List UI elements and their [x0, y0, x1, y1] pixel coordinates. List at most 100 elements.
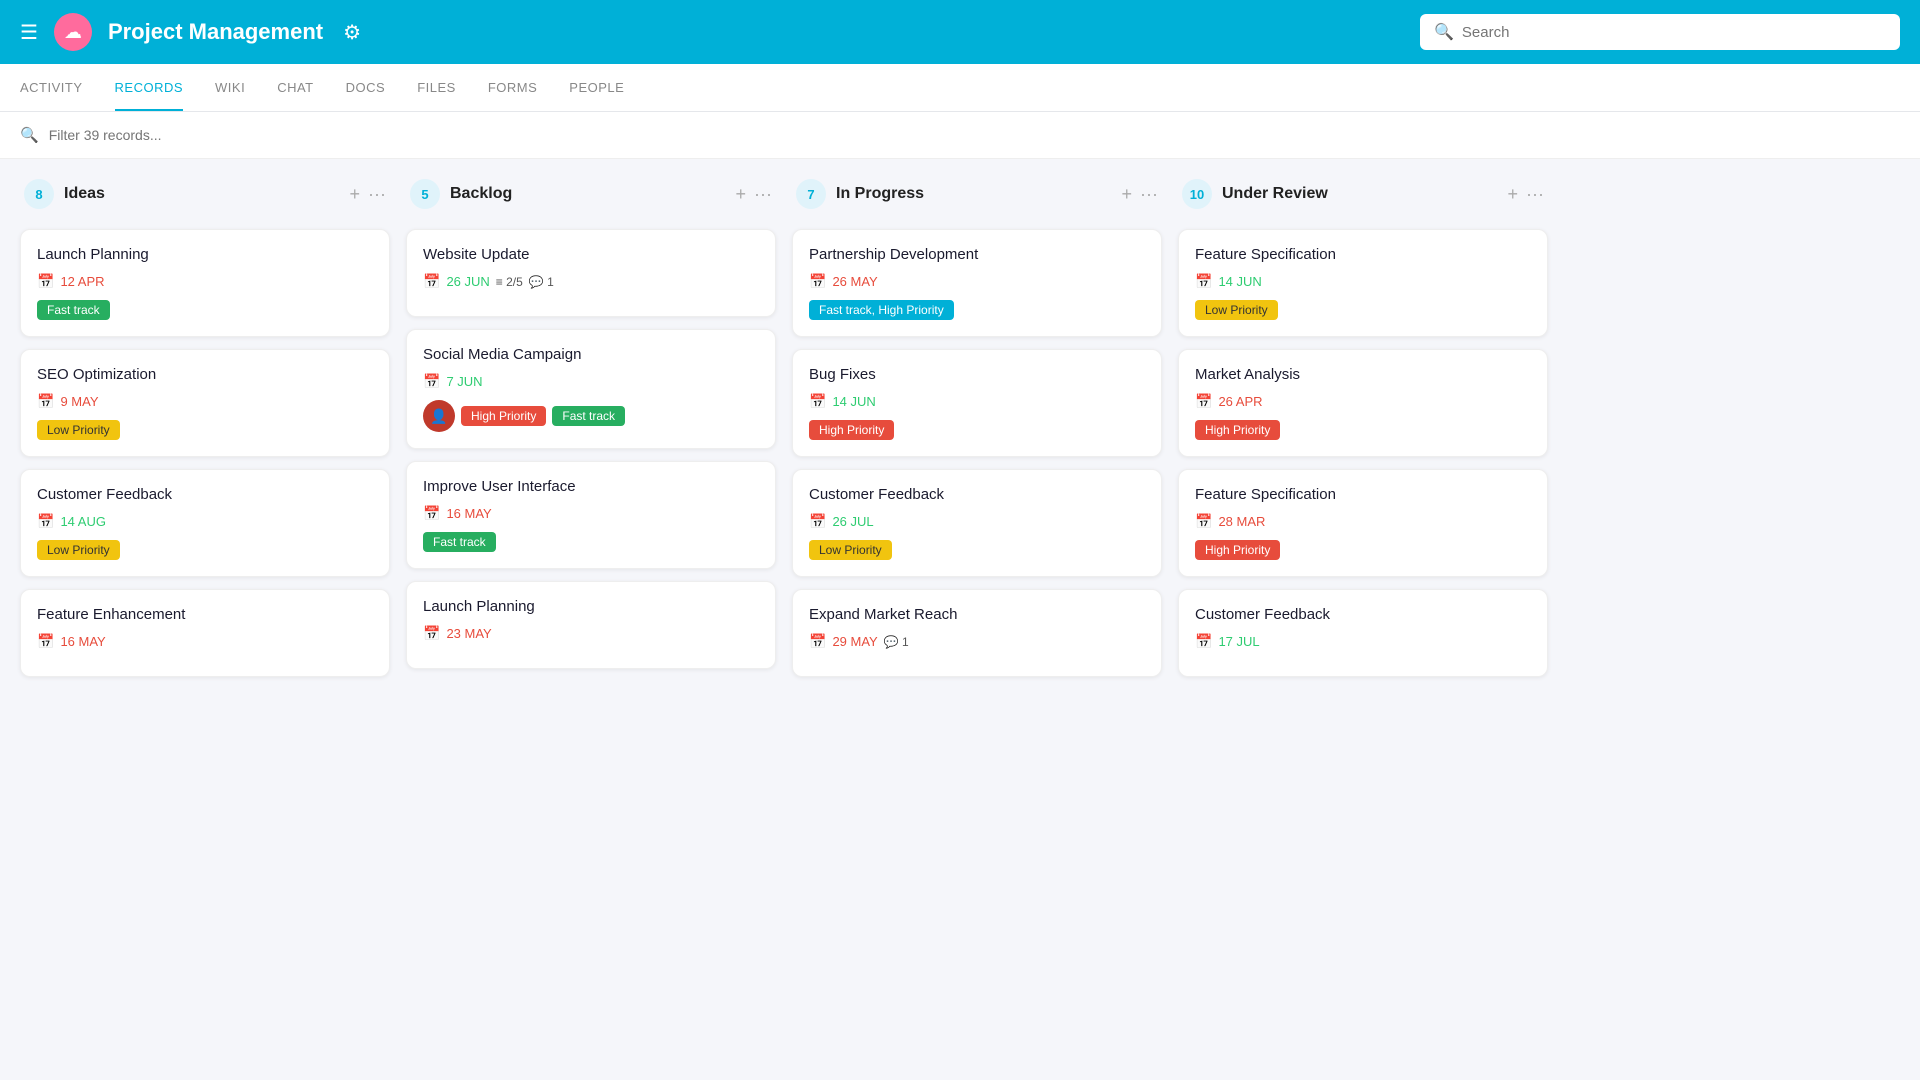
column-count-backlog: 5	[410, 179, 440, 209]
tab-docs[interactable]: DOCS	[346, 64, 386, 111]
card-date: 📅 14 JUN	[1195, 273, 1531, 290]
calendar-icon: 📅	[423, 625, 440, 642]
tab-forms[interactable]: FORMS	[488, 64, 537, 111]
column-count-in-progress: 7	[796, 179, 826, 209]
table-row[interactable]: Expand Market Reach 📅 29 MAY 💬 1	[792, 589, 1162, 677]
menu-icon[interactable]: ☰	[20, 20, 38, 45]
date-value: 14 JUN	[832, 394, 875, 409]
checklist-count: ≡ 2/5	[496, 275, 523, 289]
table-row[interactable]: Launch Planning 📅 23 MAY	[406, 581, 776, 669]
card-meta: Low Priority	[809, 540, 1145, 560]
calendar-icon: 📅	[1195, 393, 1212, 410]
date-value: 23 MAY	[446, 626, 491, 641]
column-title-backlog: Backlog	[450, 185, 726, 203]
card-date: 📅 23 MAY	[423, 625, 759, 642]
date-value: 26 JUN	[446, 274, 489, 289]
card-date: 📅 16 MAY	[37, 633, 373, 650]
add-card-icon[interactable]: +	[1508, 184, 1519, 205]
table-row[interactable]: Customer Feedback 📅 14 AUG Low Priority	[20, 469, 390, 577]
column-title-ideas: Ideas	[64, 185, 340, 203]
more-options-icon[interactable]: ···	[1140, 184, 1158, 205]
add-card-icon[interactable]: +	[736, 184, 747, 205]
card-meta: Low Priority	[37, 540, 373, 560]
table-row[interactable]: SEO Optimization 📅 9 MAY Low Priority	[20, 349, 390, 457]
card-meta: 👤 High PriorityFast track	[423, 400, 759, 432]
column-actions-under-review[interactable]: + ···	[1508, 184, 1545, 205]
card-title: Launch Planning	[423, 598, 759, 615]
table-row[interactable]: Social Media Campaign 📅 7 JUN 👤 High Pri…	[406, 329, 776, 449]
tab-people[interactable]: PEOPLE	[569, 64, 624, 111]
card-title: Feature Specification	[1195, 486, 1531, 503]
table-row[interactable]: Feature Specification 📅 14 JUN Low Prior…	[1178, 229, 1548, 337]
card-date: 📅 12 APR	[37, 273, 373, 290]
column-actions-in-progress[interactable]: + ···	[1122, 184, 1159, 205]
card-date: 📅 28 MAR	[1195, 513, 1531, 530]
table-row[interactable]: Market Analysis 📅 26 APR High Priority	[1178, 349, 1548, 457]
calendar-icon: 📅	[809, 633, 826, 650]
table-row[interactable]: Website Update 📅 26 JUN ≡ 2/5💬 1	[406, 229, 776, 317]
table-row[interactable]: Launch Planning 📅 12 APR Fast track	[20, 229, 390, 337]
card-meta: High Priority	[1195, 420, 1531, 440]
date-value: 16 MAY	[446, 506, 491, 521]
card-title: Launch Planning	[37, 246, 373, 263]
column-header-backlog: 5 Backlog + ···	[406, 179, 776, 217]
badge-high-priority: High Priority	[809, 420, 894, 440]
date-value: 17 JUL	[1218, 634, 1259, 649]
badge-high-priority: High Priority	[461, 406, 546, 426]
tab-activity[interactable]: ACTIVITY	[20, 64, 83, 111]
calendar-icon: 📅	[37, 513, 54, 530]
card-date: 📅 14 JUN	[809, 393, 1145, 410]
filter-input[interactable]	[49, 127, 230, 143]
table-row[interactable]: Feature Specification 📅 28 MAR High Prio…	[1178, 469, 1548, 577]
add-card-icon[interactable]: +	[1122, 184, 1133, 205]
column-title-in-progress: In Progress	[836, 185, 1112, 203]
calendar-icon: 📅	[809, 393, 826, 410]
table-row[interactable]: Customer Feedback 📅 26 JUL Low Priority	[792, 469, 1162, 577]
calendar-icon: 📅	[809, 273, 826, 290]
tab-chat[interactable]: CHAT	[277, 64, 313, 111]
table-row[interactable]: Improve User Interface 📅 16 MAY Fast tra…	[406, 461, 776, 569]
card-date: 📅 14 AUG	[37, 513, 373, 530]
card-title: Social Media Campaign	[423, 346, 759, 363]
calendar-icon: 📅	[423, 373, 440, 390]
column-actions-ideas[interactable]: + ···	[350, 184, 387, 205]
date-value: 26 APR	[1218, 394, 1262, 409]
search-input[interactable]	[1462, 24, 1886, 41]
more-options-icon[interactable]: ···	[368, 184, 386, 205]
settings-icon[interactable]: ⚙	[343, 20, 361, 45]
badge-fast-track: Fast track	[37, 300, 110, 320]
card-date: 📅 9 MAY	[37, 393, 373, 410]
badge-fast-track: Fast track	[423, 532, 496, 552]
date-value: 14 AUG	[60, 514, 106, 529]
card-date: 📅 29 MAY 💬 1	[809, 633, 1145, 650]
add-card-icon[interactable]: +	[350, 184, 361, 205]
tab-files[interactable]: FILES	[417, 64, 456, 111]
column-header-under-review: 10 Under Review + ···	[1178, 179, 1548, 217]
date-value: 9 MAY	[60, 394, 98, 409]
badge-high-priority: High Priority	[1195, 420, 1280, 440]
column-header-ideas: 8 Ideas + ···	[20, 179, 390, 217]
column-actions-backlog[interactable]: + ···	[736, 184, 773, 205]
column-header-in-progress: 7 In Progress + ···	[792, 179, 1162, 217]
badge-high-priority: High Priority	[1195, 540, 1280, 560]
nav-tabs: ACTIVITY RECORDS WIKI CHAT DOCS FILES FO…	[0, 64, 1920, 112]
comment-count: 💬 1	[529, 275, 554, 289]
date-value: 16 MAY	[60, 634, 105, 649]
table-row[interactable]: Bug Fixes 📅 14 JUN High Priority	[792, 349, 1162, 457]
date-value: 28 MAR	[1218, 514, 1265, 529]
column-title-under-review: Under Review	[1222, 185, 1498, 203]
badge-low-priority: Low Priority	[1195, 300, 1278, 320]
more-options-icon[interactable]: ···	[1526, 184, 1544, 205]
more-options-icon[interactable]: ···	[754, 184, 772, 205]
table-row[interactable]: Feature Enhancement 📅 16 MAY	[20, 589, 390, 677]
calendar-icon: 📅	[1195, 513, 1212, 530]
search-box[interactable]: 🔍	[1420, 14, 1900, 50]
calendar-icon: 📅	[1195, 633, 1212, 650]
app-header: ☰ ☁ Project Management ⚙ 🔍	[0, 0, 1920, 64]
tab-records[interactable]: RECORDS	[115, 64, 184, 111]
tab-wiki[interactable]: WIKI	[215, 64, 245, 111]
calendar-icon: 📅	[37, 393, 54, 410]
table-row[interactable]: Customer Feedback 📅 17 JUL	[1178, 589, 1548, 677]
table-row[interactable]: Partnership Development 📅 26 MAY Fast tr…	[792, 229, 1162, 337]
card-meta: Fast track	[423, 532, 759, 552]
